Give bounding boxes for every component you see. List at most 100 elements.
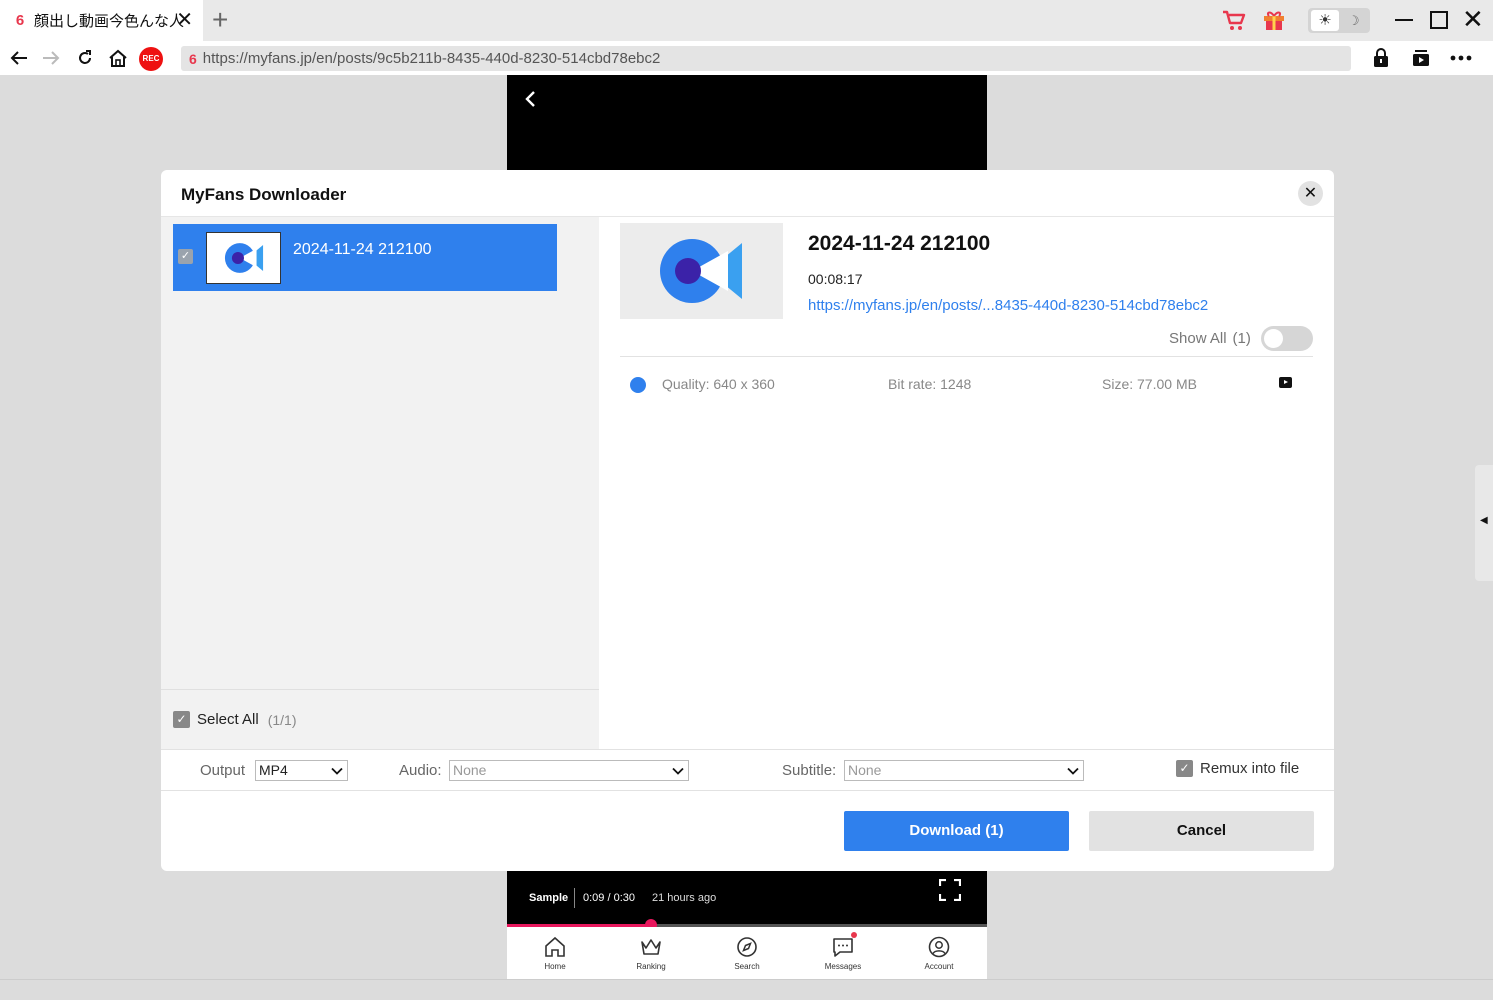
back-icon[interactable] <box>8 41 30 75</box>
compass-icon <box>737 937 757 957</box>
reload-icon[interactable] <box>74 41 96 75</box>
address-bar[interactable]: 6 https://myfans.jp/en/posts/9c5b211b-84… <box>181 46 1351 71</box>
output-value: MP4 <box>259 762 288 778</box>
navigation-bar: REC 6 https://myfans.jp/en/posts/9c5b211… <box>0 41 1493 75</box>
fullscreen-icon[interactable] <box>939 879 961 901</box>
moon-icon[interactable]: ☽ <box>1348 10 1360 31</box>
side-panel-toggle[interactable]: ◀ <box>1475 465 1493 581</box>
record-button[interactable]: REC <box>139 47 163 71</box>
chevron-down-icon <box>672 767 684 775</box>
item-title: 2024-11-24 212100 <box>293 241 432 258</box>
posted-time: 21 hours ago <box>652 892 717 904</box>
video-play-icon[interactable] <box>1279 377 1292 388</box>
new-tab-icon[interactable]: + <box>212 6 228 34</box>
downloader-dialog: MyFans Downloader ✕ ✓ 2024-11-24 212100 … <box>161 170 1334 871</box>
video-list-item[interactable]: ✓ 2024-11-24 212100 <box>173 224 557 291</box>
app-logo-icon <box>660 239 742 303</box>
nav-label: Ranking <box>636 962 666 971</box>
nav-home[interactable]: Home <box>507 927 603 979</box>
divider <box>620 356 1313 357</box>
divider <box>161 790 1334 791</box>
select-all-checkbox[interactable]: ✓ <box>173 711 190 728</box>
show-all: Show All (1) <box>1169 330 1251 347</box>
quality-option-row[interactable]: Quality: 640 x 360 Bit rate: 1248 Size: … <box>620 375 1313 395</box>
video-player-controls: Sample 0:09 / 0:30 21 hours ago <box>507 871 987 926</box>
more-menu-icon[interactable] <box>1449 41 1473 75</box>
home-icon <box>545 936 565 957</box>
select-all-label[interactable]: Select All <box>197 711 259 728</box>
cancel-button[interactable]: Cancel <box>1089 811 1314 851</box>
minimize-icon[interactable] <box>1395 19 1413 21</box>
nav-search[interactable]: Search <box>699 927 795 979</box>
nav-account[interactable]: Account <box>891 927 987 979</box>
output-options: Output MP4 Audio: None Subtitle: None ✓ … <box>161 750 1334 790</box>
gift-icon[interactable] <box>1262 8 1286 32</box>
nav-label: Messages <box>824 962 862 971</box>
status-bar <box>0 979 1493 1000</box>
cart-icon[interactable] <box>1222 9 1246 33</box>
item-checkbox[interactable]: ✓ <box>178 249 193 264</box>
theme-toggle[interactable]: ☀ ☽ <box>1308 8 1370 33</box>
bottom-navigation: Home Ranking Search Messages Account <box>507 927 987 979</box>
video-title: 2024-11-24 212100 <box>808 232 991 255</box>
audio-select[interactable]: None <box>449 760 689 781</box>
crown-icon <box>641 939 661 955</box>
url-text[interactable]: https://myfans.jp/en/posts/9c5b211b-8435… <box>203 50 661 67</box>
show-all-count: (1) <box>1232 330 1251 347</box>
nav-label: Search <box>734 962 760 971</box>
chevron-down-icon <box>1067 767 1079 775</box>
show-all-toggle[interactable] <box>1261 326 1313 351</box>
notification-dot <box>851 932 857 938</box>
quality-text: Quality: 640 x 360 <box>662 376 775 392</box>
select-all-count: (1/1) <box>267 711 297 728</box>
remux-option[interactable]: ✓ Remux into file <box>1176 760 1299 777</box>
toggle-knob <box>1264 329 1283 348</box>
browser-tab[interactable]: 6 顔出し動画今色んな人 ✕ <box>0 0 203 41</box>
media-download-icon[interactable] <box>1409 41 1433 75</box>
message-icon <box>833 938 853 957</box>
output-format-select[interactable]: MP4 <box>255 760 348 781</box>
show-all-label: Show All <box>1169 330 1227 347</box>
dialog-title: MyFans Downloader <box>181 185 347 204</box>
remux-checkbox[interactable]: ✓ <box>1176 760 1193 777</box>
nav-ranking[interactable]: Ranking <box>603 927 699 979</box>
bitrate-text: Bit rate: 1248 <box>888 376 972 392</box>
video-time: 0:09 / 0:30 <box>583 892 635 904</box>
select-all[interactable]: ✓ Select All (1/1) <box>173 711 297 728</box>
quality-radio[interactable] <box>630 377 646 393</box>
video-thumbnail <box>206 232 281 284</box>
video-duration: 00:08:17 <box>808 271 863 287</box>
tab-title: 顔出し動画今色んな人 <box>34 12 184 30</box>
video-back-icon[interactable] <box>523 89 539 109</box>
dialog-close-icon[interactable]: ✕ <box>1298 181 1323 206</box>
remux-label[interactable]: Remux into file <box>1200 760 1299 777</box>
output-label: Output <box>200 762 246 779</box>
subtitle-value: None <box>848 762 882 778</box>
nav-messages[interactable]: Messages <box>795 927 891 979</box>
app-logo-icon <box>224 243 264 273</box>
tab-bar: 6 顔出し動画今色んな人 ✕ + ☀ ☽ ✕ <box>0 0 1493 41</box>
tab-close-icon[interactable]: ✕ <box>176 9 193 31</box>
detail-thumbnail <box>620 223 783 319</box>
home-icon[interactable] <box>106 41 130 75</box>
nav-label: Account <box>924 962 954 971</box>
triangle-left-icon: ◀ <box>1480 515 1488 526</box>
divider <box>574 888 575 908</box>
audio-label: Audio: <box>399 762 442 779</box>
site-favicon-icon: 6 <box>189 50 197 67</box>
video-url-link[interactable]: https://myfans.jp/en/posts/...8435-440d-… <box>808 297 1208 314</box>
sun-icon[interactable]: ☀ <box>1311 10 1339 31</box>
nav-label: Home <box>544 962 566 971</box>
divider <box>161 689 599 690</box>
download-button[interactable]: Download (1) <box>844 811 1069 851</box>
maximize-icon[interactable] <box>1430 11 1448 29</box>
window-close-icon[interactable]: ✕ <box>1462 5 1484 33</box>
forward-icon[interactable] <box>40 41 62 75</box>
audio-value: None <box>453 762 487 778</box>
subtitle-label: Subtitle: <box>782 762 837 779</box>
myfans-favicon-icon: 6 <box>15 11 25 29</box>
video-list-panel: ✓ 2024-11-24 212100 ✓ Select All (1/1) <box>161 217 599 749</box>
sample-label: Sample <box>529 892 569 904</box>
subtitle-select[interactable]: None <box>844 760 1084 781</box>
lock-icon[interactable] <box>1370 41 1392 75</box>
